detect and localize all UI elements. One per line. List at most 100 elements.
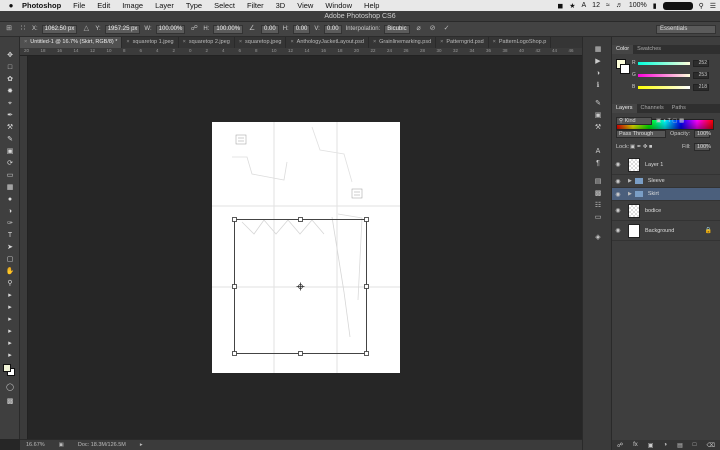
menu-select[interactable]: Select (208, 1, 241, 10)
pen-tool-icon[interactable]: ✑ (4, 219, 16, 228)
visibility-eye-icon[interactable]: ◉ (612, 207, 624, 214)
clone-stamp-tool-icon[interactable]: ▣ (4, 147, 16, 156)
tool-a-icon[interactable]: ▸ (4, 291, 16, 300)
3d-panel-icon[interactable]: ◈ (593, 233, 603, 242)
menu-photoshop[interactable]: Photoshop (16, 1, 67, 10)
close-tab-icon[interactable]: × (373, 37, 376, 48)
properties-panel-icon[interactable]: ▤ (593, 177, 603, 186)
tab-grainline-marking[interactable]: × Grainlinemarking.psd (368, 37, 437, 48)
h-field[interactable]: 100.00% (213, 24, 244, 34)
w-field[interactable]: 100.00% (155, 24, 186, 34)
volume-icon[interactable]: ♬ (616, 2, 623, 9)
red-value[interactable]: 252 (693, 59, 709, 67)
dodge-tool-icon[interactable]: ◑ (4, 207, 16, 216)
vskew-field[interactable]: 0.00 (323, 24, 342, 34)
green-slider[interactable]: G 253 (632, 71, 718, 79)
menu-image[interactable]: Image (116, 1, 149, 10)
tab-channels[interactable]: Channels (637, 104, 668, 113)
share-icon[interactable]: ▣ (59, 442, 64, 448)
menu-view[interactable]: View (291, 1, 319, 10)
quick-mask-icon[interactable]: ◯ (4, 383, 16, 392)
visibility-eye-icon[interactable]: ◉ (612, 191, 624, 198)
notification-center-icon[interactable]: ☰ (710, 2, 716, 10)
close-tab-icon[interactable]: × (493, 37, 496, 48)
interpolation-select[interactable]: Bicubic (384, 24, 410, 34)
tool-d-icon[interactable]: ▸ (4, 327, 16, 336)
workspace-select[interactable]: Essentials (656, 25, 716, 34)
new-layer-icon[interactable]: □ (693, 442, 697, 448)
hand-tool-icon[interactable]: ✋ (4, 267, 16, 276)
lasso-tool-icon[interactable]: ✿ (4, 75, 16, 84)
status-menu-arrow-icon[interactable]: ▸ (140, 442, 143, 448)
menu-3d[interactable]: 3D (270, 1, 292, 10)
info-panel-icon[interactable]: ℹ (593, 81, 603, 90)
zoom-level[interactable]: 16.67% (26, 442, 45, 448)
reference-point-icon[interactable]: ∷ (18, 24, 28, 34)
brush-panel-icon[interactable]: ✎ (593, 99, 603, 108)
angle-field[interactable]: 0.00 (261, 24, 279, 34)
path-select-tool-icon[interactable]: ➤ (4, 243, 16, 252)
tab-color[interactable]: Color (612, 45, 634, 54)
canvas-area[interactable] (28, 56, 582, 439)
close-tab-icon[interactable]: × (126, 37, 129, 48)
visibility-eye-icon[interactable]: ◉ (612, 161, 624, 168)
gradient-tool-icon[interactable]: ▦ (4, 183, 16, 192)
fx-icon[interactable]: fx (633, 442, 638, 448)
tool-f-icon[interactable]: ▸ (4, 351, 16, 360)
tool-c-icon[interactable]: ▸ (4, 315, 16, 324)
menu-help[interactable]: Help (358, 1, 385, 10)
navigator-panel-icon[interactable]: ☷ (593, 201, 603, 210)
close-tab-icon[interactable]: × (183, 37, 186, 48)
actions-panel-icon[interactable]: ▶ (593, 57, 603, 66)
wifi-icon[interactable]: ≈ (606, 2, 610, 9)
history-brush-tool-icon[interactable]: ⟳ (4, 159, 16, 168)
move-tool-icon[interactable]: ✥ (4, 51, 16, 60)
notification-count[interactable]: 12 (592, 2, 600, 9)
fill-field[interactable]: 100% (694, 143, 711, 151)
adobe-icon[interactable]: A (582, 2, 587, 9)
tab-squaretop-2[interactable]: × squaretop 2.jpeg (178, 37, 235, 48)
layer-row-background[interactable]: ◉ Background 🔒 (612, 221, 720, 241)
tab-untitled-1[interactable]: × Untitled-1 @ 16.7% (Skirt, RGB/8) * (20, 37, 123, 48)
close-tab-icon[interactable]: × (290, 37, 293, 48)
zoom-tool-icon[interactable]: ⚲ (4, 279, 16, 288)
tab-layers[interactable]: Layers (612, 104, 637, 113)
menu-layer[interactable]: Layer (149, 1, 180, 10)
tab-squaretop[interactable]: × squaretop.jpeg (234, 37, 287, 48)
history-panel-icon[interactable]: ▦ (593, 45, 603, 54)
red-slider[interactable]: R 252 (632, 59, 718, 67)
delta-icon[interactable]: △ (81, 24, 91, 34)
close-tab-icon[interactable]: × (440, 37, 443, 48)
new-group-icon[interactable]: ▤ (677, 442, 683, 449)
adjustment-layer-icon[interactable]: ◑ (663, 442, 667, 448)
close-tab-icon[interactable]: × (24, 37, 27, 48)
layer-row-sleeve[interactable]: ◉ ▶ Sleeve (612, 175, 720, 188)
tab-swatches[interactable]: Swatches (633, 45, 665, 54)
layer-row-bodice[interactable]: ◉ bodice (612, 201, 720, 221)
menu-file[interactable]: File (67, 1, 91, 10)
vertical-ruler[interactable] (20, 56, 28, 439)
visibility-eye-icon[interactable]: ◉ (612, 227, 624, 234)
delete-layer-icon[interactable]: ⌫ (706, 442, 714, 449)
shape-tool-icon[interactable]: ▢ (4, 255, 16, 264)
toggle-icon[interactable]: ◼ (557, 2, 563, 10)
lock-icons[interactable]: ▣ ✒ ✥ ■ (630, 144, 652, 150)
marquee-tool-icon[interactable]: □ (4, 63, 16, 72)
brush-tool-icon[interactable]: ✎ (4, 135, 16, 144)
blue-slider[interactable]: B 218 (632, 83, 718, 91)
layer-filter-kind[interactable]: ⚲ Kind (616, 117, 652, 125)
link-icon[interactable]: ☍ (189, 24, 199, 34)
eraser-tool-icon[interactable]: ▭ (4, 171, 16, 180)
layer-filter-icons[interactable]: ▣ ◑ T ▢ ▩ (656, 118, 684, 124)
battery-icon[interactable]: ▮ (653, 2, 657, 10)
type-tool-icon[interactable]: T (4, 231, 16, 240)
cancel-transform-icon[interactable]: ⊘ (428, 24, 438, 34)
green-value[interactable]: 253 (693, 71, 709, 79)
clone-source-icon[interactable]: ⚒ (593, 123, 603, 132)
horizontal-ruler[interactable]: 20 18 16 14 12 10 8 6 4 2 0 2 4 6 8 10 12 14 16 18 20 22 24 26 2… (20, 48, 582, 56)
expand-arrow-icon[interactable]: ▶ (628, 178, 632, 184)
styles-panel-icon[interactable]: ▩ (593, 189, 603, 198)
tab-paths[interactable]: Paths (668, 104, 690, 113)
link-layers-icon[interactable]: ☍ (617, 442, 623, 449)
spotlight-icon[interactable]: ⚲ (699, 2, 704, 10)
